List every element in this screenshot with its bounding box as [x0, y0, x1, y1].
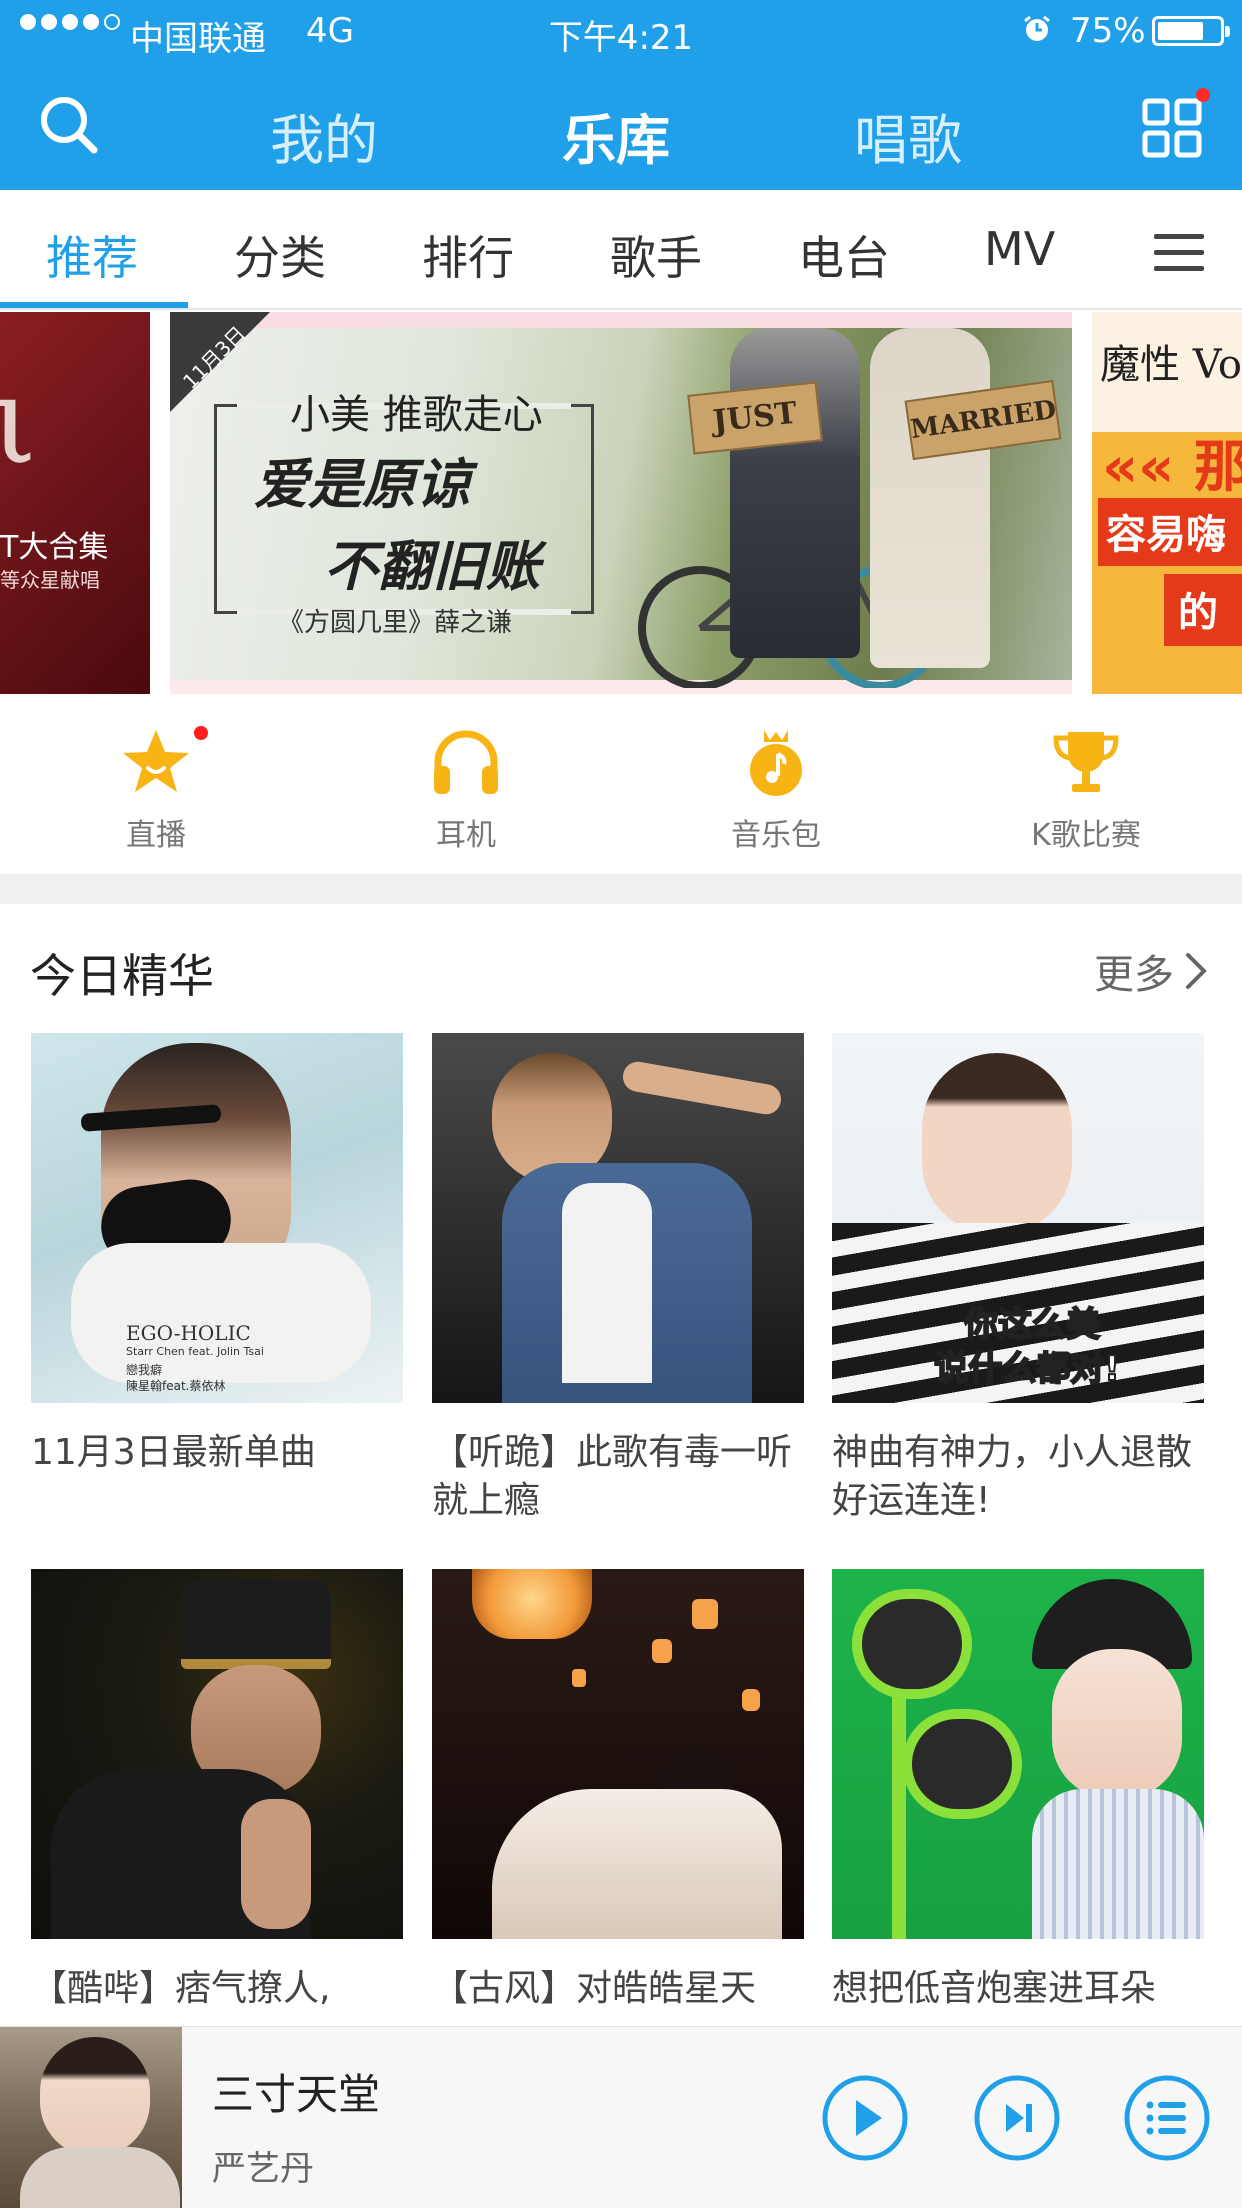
banner-line-1: 小美 推歌走心 [290, 392, 543, 438]
playlist-queue-button[interactable] [1122, 2073, 1212, 2163]
banner-prev-glyph: ι [0, 352, 38, 491]
banner-line-4: 《方圆几里》薛之谦 [278, 608, 513, 638]
tab-singer[interactable]: 歌手 [610, 222, 702, 288]
nav-tab-sing[interactable]: 唱歌 [854, 96, 962, 175]
entry-headphones[interactable]: 耳机 [386, 724, 546, 854]
menu-icon[interactable] [1152, 232, 1206, 274]
card-cover: 你这么美 说什么都对! [832, 1033, 1204, 1403]
tab-recommend[interactable]: 推荐 [46, 222, 138, 288]
banner-next-line-3: 容易嗨 [1106, 512, 1226, 558]
banner-current-slide[interactable]: JUST MARRIED 11月3日 小美 推歌走心 爱是原谅 不翻旧账 《方圆… [170, 312, 1072, 694]
playlist-card[interactable]: 想把低音炮塞进耳朵 [832, 1569, 1204, 2013]
status-time: 下午4:21 [548, 18, 694, 58]
man-figure [730, 328, 860, 658]
playlist-card[interactable]: 你这么美 说什么都对! 神曲有神力，小人退散好运连连! [832, 1033, 1204, 1525]
cover-title: EGO-HOLIC [126, 1321, 251, 1345]
playlist-card[interactable]: EGO-HOLIC Starr Chen feat. Jolin Tsai 戀我… [31, 1033, 403, 1477]
top-bar: 中国联通 4G 下午4:21 75% 我的 乐库 唱歌 [0, 0, 1242, 190]
banner-carousel[interactable]: ι T大合集 等众星献唱 JUST MARRIED 11月3日 小美 推歌走心 … [0, 312, 1242, 694]
battery-icon [1152, 16, 1230, 46]
tab-ranking[interactable]: 排行 [422, 222, 514, 288]
search-icon[interactable] [38, 94, 100, 156]
banner-next-line-4: 的 [1178, 590, 1218, 636]
headphones-icon [434, 730, 498, 794]
now-playing-title: 三寸天堂 [212, 2070, 381, 2119]
trophy-icon [1053, 732, 1119, 792]
entry-live[interactable]: 直播 [76, 724, 236, 854]
quick-entries: 直播 耳机 音乐包 K歌比赛 [0, 694, 1242, 874]
card-cover [432, 1569, 804, 1939]
card-caption: 神曲有神力，小人退散好运连连! [832, 1432, 1193, 1521]
entry-music-bag[interactable]: 音乐包 [696, 724, 856, 854]
banner-next-slide[interactable]: 魔性 Vol. «« 那 容易嗨 的 [1092, 312, 1242, 694]
banner-next-line-2: «« 那 [1102, 435, 1242, 500]
cover-text-1: 你这么美 [963, 1304, 1101, 1346]
chevron-right-icon [1186, 953, 1207, 989]
notification-dot [1196, 88, 1210, 102]
entry-music-bag-label: 音乐包 [731, 818, 821, 853]
battery-percent: 75% [1070, 11, 1146, 51]
banner-next-line-1: 魔性 Vol. [1100, 342, 1242, 388]
play-button[interactable] [820, 2073, 910, 2163]
tab-category[interactable]: 分类 [234, 222, 326, 288]
apps-grid-icon[interactable] [1142, 98, 1202, 158]
entry-live-label: 直播 [126, 818, 186, 853]
banner-prev-slide[interactable]: ι T大合集 等众星献唱 [0, 312, 150, 694]
category-tabs: 推荐 分类 排行 歌手 电台 MV [0, 190, 1242, 310]
nav-tab-library[interactable]: 乐库 [562, 96, 670, 175]
active-tab-indicator [0, 302, 188, 308]
card-cover [432, 1033, 804, 1403]
live-badge-dot [194, 726, 208, 740]
section-title: 今日精华 [30, 949, 214, 1003]
card-caption: 【听跪】此歌有毒一听就上瘾 [432, 1432, 793, 1521]
more-link-label: 更多 [1094, 952, 1174, 998]
banner-line-2: 爱是原谅 [254, 452, 470, 516]
more-link[interactable]: 更多 [1094, 942, 1210, 1000]
card-cover [31, 1569, 403, 1939]
tab-mv[interactable]: MV [984, 222, 1055, 276]
now-playing-artist: 严艺丹 [212, 2149, 314, 2189]
playlist-card[interactable]: 【古风】对皓皓星天 [432, 1569, 804, 2013]
cover-text-2: 说什么都对! [933, 1348, 1121, 1390]
section-divider [0, 874, 1242, 904]
cover-sub-2: 戀我癖 [126, 1363, 163, 1377]
entry-headphones-label: 耳机 [436, 818, 496, 853]
entry-karaoke-contest-label: K歌比赛 [1031, 818, 1141, 853]
mini-player[interactable]: 三寸天堂 严艺丹 [0, 2026, 1242, 2208]
banner-prev-title: T大合集 [0, 530, 109, 565]
music-bag-icon [750, 730, 802, 796]
now-playing-cover[interactable] [0, 2027, 182, 2208]
card-caption: 【古风】对皓皓星天 [432, 1968, 757, 2009]
woman-figure [870, 328, 990, 668]
playlist-card[interactable]: 【听跪】此歌有毒一听就上瘾 [432, 1033, 804, 1525]
card-cover: EGO-HOLIC Starr Chen feat. Jolin Tsai 戀我… [31, 1033, 403, 1403]
tab-radio[interactable]: 电台 [798, 222, 890, 288]
next-track-button[interactable] [972, 2073, 1062, 2163]
card-cover [832, 1569, 1204, 1939]
nav-tab-mine[interactable]: 我的 [270, 96, 378, 175]
star-icon [123, 730, 189, 792]
card-caption: 11月3日最新单曲 [31, 1432, 316, 1473]
card-caption: 想把低音炮塞进耳朵 [832, 1968, 1157, 2009]
banner-prev-subtitle: 等众星献唱 [0, 568, 100, 592]
cover-sub-3: 陳星翰feat.蔡依林 [126, 1379, 226, 1393]
playlist-card[interactable]: 【酷哔】痞气撩人, [31, 1569, 403, 2013]
card-caption: 【酷哔】痞气撩人, [31, 1968, 331, 2009]
status-bar: 中国联通 4G 下午4:21 75% [0, 0, 1242, 62]
alarm-icon [1024, 15, 1050, 41]
cover-sub-1: Starr Chen feat. Jolin Tsai [126, 1345, 264, 1358]
main-nav: 我的 乐库 唱歌 [0, 62, 1242, 190]
banner-line-3: 不翻旧账 [324, 534, 540, 598]
entry-karaoke-contest[interactable]: K歌比赛 [1006, 724, 1166, 854]
